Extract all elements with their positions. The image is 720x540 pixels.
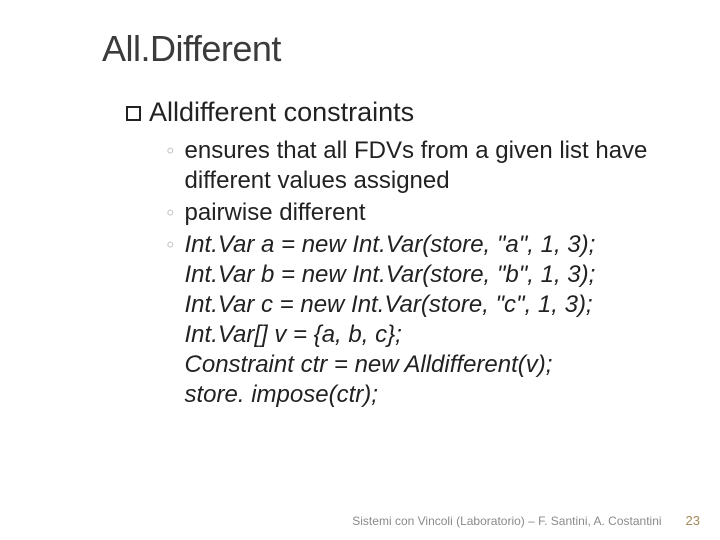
code-line: Int.Var c = new Int.Var(store, "c", 1, 3… [185,290,596,320]
slide-title: All.Different [102,28,672,70]
circle-bullet-icon: ◦ [166,136,175,166]
bullet-level1-text: Alldifferent constraints [149,96,414,130]
code-line: Constraint ctr = new Alldifferent(v); [185,350,596,380]
bullet-level1: Alldifferent constraints [126,96,672,130]
bullet-level2-item: ◦ pairwise different [166,198,672,228]
page-number: 23 [686,513,700,528]
slide-footer: Sistemi con Vincoli (Laboratorio) – F. S… [352,513,700,528]
slide: All.Different Alldifferent constraints ◦… [0,0,720,540]
code-line: Int.Var a = new Int.Var(store, "a", 1, 3… [185,230,596,260]
bullet-level2-text: ensures that all FDVs from a given list … [185,136,672,196]
circle-bullet-icon: ◦ [166,230,175,260]
code-line: Int.Var[] v = {a, b, c}; [185,320,596,350]
bullet-level2-item: ◦ ensures that all FDVs from a given lis… [166,136,672,196]
bullet-level2-group: ◦ ensures that all FDVs from a given lis… [166,136,672,410]
bullet-level2-code: Int.Var a = new Int.Var(store, "a", 1, 3… [185,230,596,410]
bullet-level2-text: pairwise different [185,198,366,228]
circle-bullet-icon: ◦ [166,198,175,228]
code-line: store. impose(ctr); [185,380,596,410]
code-line: Int.Var b = new Int.Var(store, "b", 1, 3… [185,260,596,290]
footer-credit: Sistemi con Vincoli (Laboratorio) – F. S… [352,514,661,528]
square-bullet-icon [126,106,141,121]
bullet-level2-item: ◦ Int.Var a = new Int.Var(store, "a", 1,… [166,230,672,410]
